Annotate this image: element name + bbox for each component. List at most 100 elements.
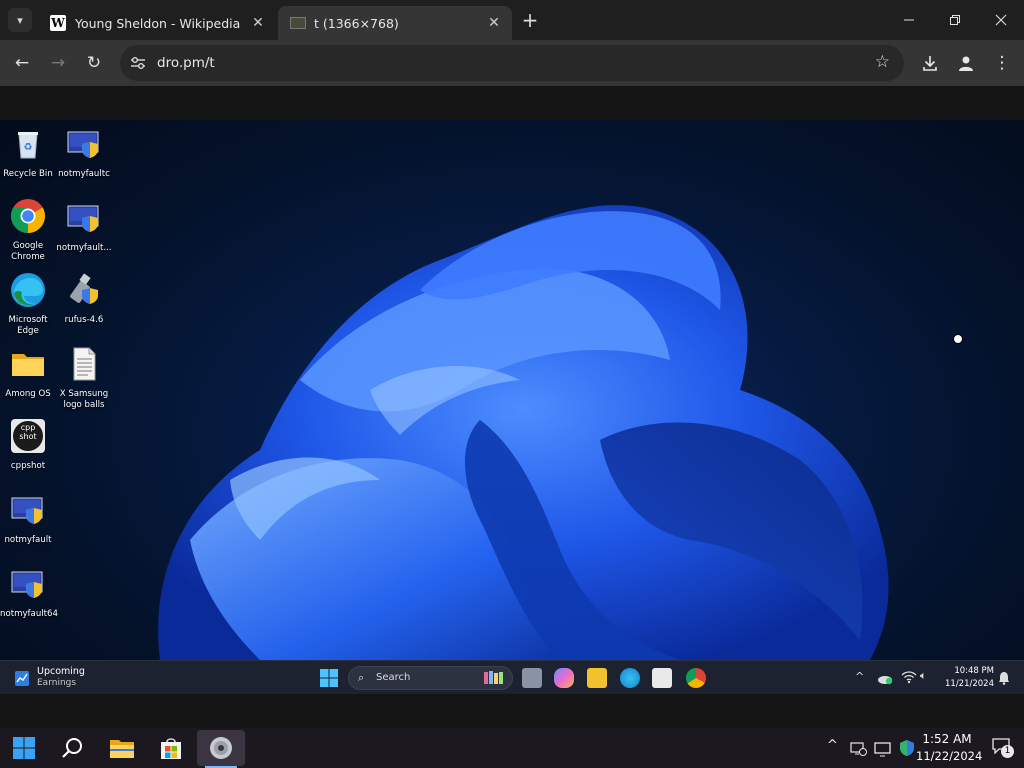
desktop-icon-x-samsung-logo-balls[interactable]: X Samsung logo balls	[56, 346, 112, 411]
tab-image[interactable]: t (1366×768) ✕	[278, 6, 512, 40]
screenshot-image: ♻ Recycle Bin notmyfaultc Google Chrome …	[0, 120, 1024, 694]
desktop-icon-label: X Samsung logo balls	[59, 389, 109, 410]
network-icon[interactable]	[850, 741, 868, 757]
desktop-icon-label: Recycle Bin	[3, 169, 53, 179]
desktop-icon-rufus[interactable]: rufus-4.6	[56, 272, 112, 326]
new-tab-button[interactable]: +	[518, 8, 542, 32]
windows-start-icon	[13, 737, 35, 759]
downloads-button[interactable]	[918, 51, 942, 75]
start-button[interactable]	[4, 732, 44, 764]
desktop-icon-notmyfault-ellipsis[interactable]: notmyfault...	[56, 200, 112, 254]
desktop-icon-recycle-bin[interactable]: ♻ Recycle Bin	[0, 126, 56, 180]
url-text: dro.pm/t	[157, 55, 215, 71]
search-icon: ⌕	[358, 671, 365, 684]
file-explorer-button[interactable]	[102, 732, 142, 764]
chevron-down-icon: ▾	[17, 13, 23, 27]
file-explorer-icon[interactable]	[587, 668, 607, 688]
task-view-icon[interactable]	[522, 668, 542, 688]
svg-text:♻: ♻	[24, 142, 33, 153]
store-icon	[161, 738, 181, 759]
tab-search-button[interactable]: ▾	[8, 8, 32, 32]
close-tab-icon[interactable]: ✕	[248, 13, 268, 33]
chrome-icon[interactable]	[686, 668, 706, 688]
host-clock-date[interactable]: 11/22/2024	[916, 749, 982, 763]
store-icon[interactable]	[652, 668, 672, 688]
inner-clock-time[interactable]: 10:48 PM	[938, 666, 994, 676]
recycle-bin-icon: ♻	[18, 132, 38, 159]
inner-clock-date[interactable]: 11/21/2024	[938, 679, 994, 689]
close-tab-icon[interactable]: ✕	[484, 13, 504, 33]
text-file-icon	[73, 347, 96, 381]
store-button[interactable]	[151, 732, 191, 764]
bloom-wallpaper	[158, 205, 963, 660]
notification-count-badge: 1	[1001, 745, 1014, 758]
tab-title: Young Sheldon - Wikipedia	[75, 15, 241, 31]
security-shield-icon[interactable]	[898, 739, 916, 757]
bookmark-star-icon[interactable]: ☆	[875, 52, 890, 72]
desktop-icon-notmyfault[interactable]: notmyfault	[0, 492, 56, 546]
minimize-button[interactable]	[886, 0, 932, 40]
desktop-icon-google-chrome[interactable]: Google Chrome	[0, 198, 56, 263]
folder-icon	[110, 740, 134, 758]
desktop-icon-among-os[interactable]: Among OS	[0, 346, 56, 400]
forward-button[interactable]: →	[46, 51, 70, 75]
volume-icon[interactable]: 🔈︎	[920, 669, 927, 683]
windows-start-icon[interactable]	[320, 669, 338, 687]
desktop-icon-label: notmyfaultc	[58, 169, 110, 179]
inner-search-box[interactable]: ⌕ Search	[348, 666, 513, 690]
restore-button[interactable]	[932, 0, 978, 40]
reload-button[interactable]: ↻	[82, 51, 106, 75]
desktop-icon-microsoft-edge[interactable]: Microsoft Edge	[0, 272, 56, 337]
app-shield-icon	[67, 205, 99, 232]
arrow-right-icon: →	[50, 53, 66, 73]
search-button[interactable]	[52, 732, 92, 764]
chevron-up-icon[interactable]: ^	[855, 670, 864, 683]
minimize-icon	[904, 19, 914, 21]
desktop-icon-label: Microsoft Edge	[8, 315, 48, 336]
folder-icon	[12, 354, 44, 376]
arrow-left-icon: ←	[14, 53, 30, 73]
display-icon[interactable]	[873, 740, 893, 758]
profile-icon	[959, 56, 973, 71]
desktop-icon-label: cppshot	[10, 461, 46, 471]
cursor-icon	[953, 334, 963, 344]
wikipedia-icon: W	[50, 15, 66, 31]
onedrive-icon[interactable]	[877, 671, 893, 685]
cppshot-logo-text: cpp shot	[19, 423, 37, 441]
desktop-icon-notmyfault64[interactable]: notmyfault64	[0, 566, 58, 620]
menu-button[interactable]: ⋮	[990, 51, 1014, 75]
edge-icon[interactable]	[620, 668, 640, 688]
reload-icon: ↻	[86, 53, 102, 73]
edge-icon	[11, 273, 45, 307]
stocks-widget-icon	[15, 671, 29, 686]
profile-button[interactable]	[954, 51, 978, 75]
copilot-icon[interactable]	[554, 668, 574, 688]
tab-strip: ▾ W Young Sheldon - Wikipedia ✕ t (1366×…	[0, 0, 1024, 40]
notification-button[interactable]: 1	[992, 738, 1016, 758]
desktop-icon-label: notmyfault64	[0, 609, 58, 619]
download-icon	[923, 56, 937, 71]
wifi-icon[interactable]	[901, 670, 917, 684]
disc-icon	[210, 737, 232, 759]
site-settings-icon[interactable]	[128, 53, 148, 73]
desktop-icon-notmyfaultc[interactable]: notmyfaultc	[56, 126, 112, 180]
desktop-icon-label: Google Chrome	[11, 241, 45, 262]
app-shield-icon	[11, 497, 43, 524]
dvd-app-button[interactable]	[197, 730, 245, 768]
desktop-icon-label: Among OS	[5, 389, 51, 399]
chevron-up-icon[interactable]: ^	[827, 738, 838, 753]
tab-wikipedia[interactable]: W Young Sheldon - Wikipedia ✕	[38, 6, 276, 40]
host-clock-time[interactable]: 1:52 AM	[918, 732, 976, 746]
more-vertical-icon: ⋮	[993, 53, 1011, 73]
back-button[interactable]: ←	[10, 51, 34, 75]
app-shield-icon	[11, 571, 43, 598]
inner-taskbar: Upcoming Earnings ⌕ Search ^ 🔈︎ 10:48 PM…	[0, 660, 1024, 694]
widget-title: Upcoming	[37, 666, 85, 677]
host-taskbar: ^ 1:52 AM 11/22/2024 1	[0, 728, 1024, 768]
bell-icon[interactable]	[998, 671, 1010, 685]
address-bar[interactable]: dro.pm/t ☆	[120, 45, 904, 81]
close-window-button[interactable]	[978, 0, 1024, 40]
restore-icon	[950, 15, 960, 25]
search-icon	[62, 738, 82, 758]
desktop-icon-cppshot[interactable]: cpp shot cppshot	[0, 418, 56, 472]
